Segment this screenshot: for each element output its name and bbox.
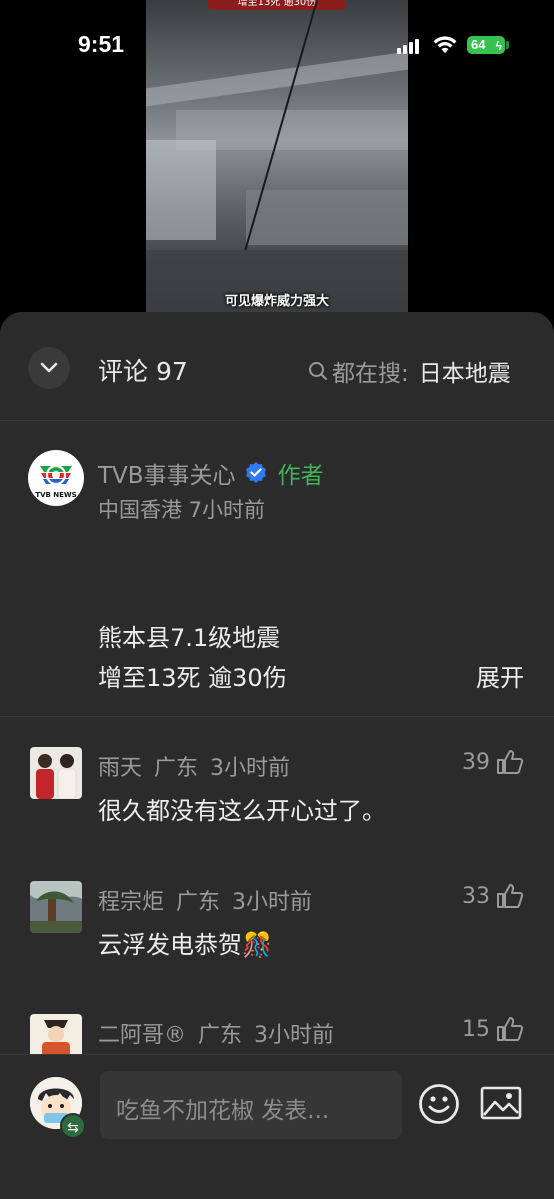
like-button[interactable]: 39 [462, 749, 524, 775]
battery-level: 64 [471, 37, 486, 52]
tvb-logo-icon: TVB NEWS [29, 451, 83, 505]
avatar-image [30, 881, 82, 933]
post-text-line-1: 熊本县7.1级地震 [98, 624, 281, 652]
like-count: 33 [462, 883, 490, 909]
search-icon [309, 362, 327, 380]
divider [0, 420, 554, 421]
divider [0, 716, 554, 717]
expand-button[interactable]: 展开 [476, 658, 524, 693]
comments-title: 评论 97 [98, 357, 188, 386]
avatar[interactable] [30, 747, 82, 799]
search-term[interactable]: 日本地震 [419, 354, 511, 388]
battery-icon: 64 ϟ [467, 36, 505, 54]
avatar-image [30, 747, 82, 799]
comment-text: 很久都没有这么开心过了。 [98, 797, 386, 825]
comment-time: 3小时前 [232, 890, 313, 915]
cellular-signal-icon [397, 38, 421, 54]
author-name[interactable]: TVB事事关心 [98, 456, 236, 490]
thumbs-up-icon [497, 1017, 524, 1041]
comment-meta: 雨天 广东 3小时前 [98, 750, 302, 782]
verified-icon [245, 462, 266, 483]
thumbs-up-icon [497, 884, 524, 908]
status-bar: 9:51 64 ϟ [0, 0, 554, 80]
switch-account-icon[interactable]: ⇆ [60, 1113, 86, 1139]
wifi-icon [433, 36, 457, 53]
like-count: 39 [462, 749, 490, 775]
avatar[interactable] [30, 881, 82, 933]
author-name-row: TVB事事关心 作者 [98, 456, 324, 490]
collapse-button[interactable] [28, 347, 70, 389]
search-prefix: 都在搜: [332, 361, 409, 387]
author-avatar[interactable]: TVB NEWS [28, 450, 84, 506]
comment-input[interactable]: 吃鱼不加花椒 发表... [100, 1071, 402, 1139]
comment-input-bar: ⇆ 吃鱼不加花椒 发表... [0, 1054, 554, 1199]
like-count: 15 [462, 1016, 490, 1042]
like-button[interactable]: 33 [462, 883, 524, 909]
author-location-time: 中国香港 7小时前 [98, 498, 266, 522]
comment-meta: 二阿哥® 广东 3小时前 [98, 1017, 346, 1049]
comment-time: 3小时前 [210, 756, 291, 781]
comment-user[interactable]: 二阿哥® [98, 1023, 186, 1048]
comment-time: 3小时前 [254, 1023, 335, 1048]
status-time: 9:51 [78, 31, 125, 57]
comment-region: 广东 [154, 756, 199, 781]
battery-tip [506, 41, 509, 49]
image-icon[interactable] [480, 1085, 522, 1121]
comment-text: 云浮发电恭贺🎊 [98, 931, 272, 959]
like-button[interactable]: 15 [462, 1016, 524, 1042]
video-frame-detail [146, 140, 216, 240]
video-frame-detail [246, 190, 408, 245]
thumbs-up-icon [497, 750, 524, 774]
emoji-icon[interactable] [418, 1083, 460, 1125]
comment-user[interactable]: 雨天 [98, 756, 142, 781]
comment-user[interactable]: 程宗炬 [98, 890, 164, 915]
video-subtitle: 可见爆炸威力强大 [224, 294, 329, 309]
trending-search[interactable]: 都在搜: 日本地震 [308, 354, 511, 388]
comment-meta: 程宗炬 广东 3小时前 [98, 884, 324, 916]
comment-region: 广东 [176, 890, 221, 915]
chevron-down-icon [40, 362, 58, 373]
comment-region: 广东 [198, 1023, 243, 1048]
tvb-logo-text: TVB NEWS [35, 491, 76, 499]
charging-bolt-icon: ϟ [495, 39, 502, 53]
author-badge: 作者 [277, 463, 324, 489]
post-text-line-2: 增至13死 逾30伤 [98, 664, 287, 692]
